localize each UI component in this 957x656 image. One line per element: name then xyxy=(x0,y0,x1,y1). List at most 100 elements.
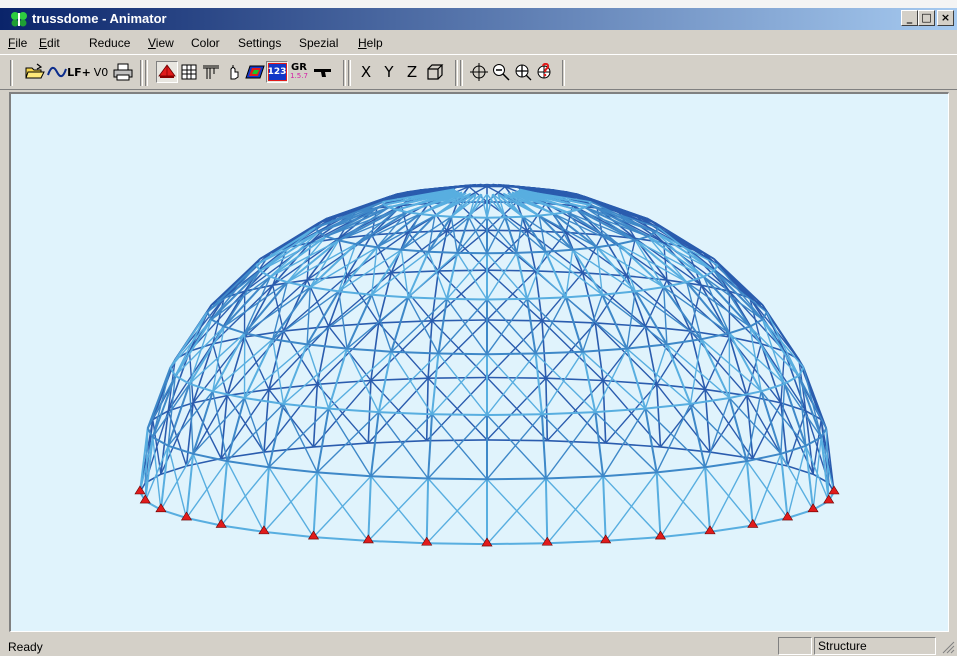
truss-dome-render[interactable] xyxy=(11,94,948,631)
animate-wave-button[interactable] xyxy=(46,61,68,83)
truss-meridian-strut xyxy=(601,294,628,350)
v0-button[interactable]: V0 xyxy=(90,61,112,83)
zoom-help-icon xyxy=(537,63,551,79)
truss-ring-strut xyxy=(287,281,311,289)
truss-ring-strut xyxy=(434,214,452,218)
zoom-help-button[interactable] xyxy=(534,61,556,83)
v0-label: V0 xyxy=(93,65,109,79)
center-button[interactable] xyxy=(468,61,490,83)
truss-meridian-strut xyxy=(761,304,800,360)
truss-ring-strut xyxy=(306,343,348,350)
truss-diagonal-strut xyxy=(704,466,754,526)
hand-button[interactable] xyxy=(222,61,244,83)
truss-meridian-strut xyxy=(534,270,543,321)
truss-ring-strut xyxy=(656,383,706,391)
view-x-button[interactable]: X xyxy=(355,61,377,83)
truss-ring-strut xyxy=(226,460,270,469)
grid-button[interactable] xyxy=(178,61,200,83)
menu-settings[interactable]: Settings xyxy=(238,36,281,50)
truss-meridian-strut xyxy=(634,290,668,345)
truss-ring-strut xyxy=(451,215,469,219)
truss-diagonal-strut xyxy=(545,478,607,542)
truss-ring-strut xyxy=(347,347,392,353)
print-button[interactable] xyxy=(112,61,134,83)
gr-icon: GR xyxy=(291,62,307,73)
close-button[interactable]: × xyxy=(937,10,954,26)
truss-ring-strut xyxy=(486,477,546,481)
truss-diagonal-strut xyxy=(431,269,488,322)
truss-ring-strut xyxy=(370,475,429,480)
truss-diagonal-strut xyxy=(565,249,574,298)
truss-ring-strut xyxy=(268,466,318,474)
gun-icon xyxy=(314,69,331,77)
minimize-button[interactable]: _ xyxy=(901,10,918,26)
truss-diagonal-strut xyxy=(152,367,172,438)
truss-ring-strut xyxy=(535,270,583,274)
truss-ring-strut xyxy=(486,319,543,322)
menu-file[interactable]: File xyxy=(8,36,27,50)
show-supports-button[interactable] xyxy=(156,61,178,83)
truss-meridian-strut xyxy=(431,270,440,321)
truss-ring-strut xyxy=(545,377,604,382)
menu-help[interactable]: Help xyxy=(358,36,383,50)
truss-ring-strut xyxy=(545,248,573,253)
truss-ring-strut xyxy=(426,542,488,546)
beam-icon xyxy=(203,65,219,79)
truss-diagonal-strut xyxy=(268,466,315,538)
zoom-in-button[interactable] xyxy=(512,61,534,83)
truss-ring-strut xyxy=(431,319,488,322)
maximize-button[interactable]: □ xyxy=(918,10,935,26)
zoom-out-button[interactable] xyxy=(490,61,512,83)
truss-meridian-strut xyxy=(594,411,605,477)
truss-diagonal-strut xyxy=(656,471,711,533)
truss-ring-strut xyxy=(595,407,646,414)
support-icon xyxy=(158,64,176,78)
numbering-button[interactable]: 123 xyxy=(266,61,288,83)
menu-edit[interactable]: Edit xyxy=(39,36,60,50)
cube-icon xyxy=(427,64,444,80)
truss-ring-strut xyxy=(626,343,668,350)
menu-view[interactable]: View xyxy=(148,36,174,50)
truss-diagonal-strut xyxy=(192,453,222,526)
open-folder-icon xyxy=(25,63,45,79)
truss-meridian-strut xyxy=(541,320,547,379)
truss-ring-strut xyxy=(283,402,329,410)
title-bar[interactable]: trussdome - Animator _ □ × xyxy=(0,0,957,30)
butterfly-app-icon[interactable] xyxy=(10,10,28,28)
truss-diagonal-strut xyxy=(316,471,369,542)
truss-ring-strut xyxy=(376,246,402,251)
truss-meridian-strut xyxy=(267,403,285,468)
truss-ring-strut xyxy=(338,239,357,246)
status-pane-mode: Structure xyxy=(814,637,936,655)
truss-diagonal-strut xyxy=(516,216,524,254)
view-z-button[interactable]: Z xyxy=(401,61,423,83)
gun-button[interactable] xyxy=(312,61,334,83)
open-button[interactable] xyxy=(24,61,46,83)
menu-bar: File Edit Reduce View Color Settings Spe… xyxy=(0,31,957,53)
truss-ring-strut xyxy=(547,439,606,444)
truss-diagonal-strut xyxy=(309,246,378,288)
truss-diagonal-strut xyxy=(400,249,409,298)
truss-ring-strut xyxy=(368,439,427,444)
gr-button[interactable]: GR 1.5.7 xyxy=(288,61,310,83)
beam-section-button[interactable] xyxy=(200,61,222,83)
resize-grip-icon[interactable] xyxy=(941,640,955,654)
truss-ring-strut xyxy=(704,460,748,469)
color-plane-button[interactable] xyxy=(244,61,266,83)
truss-ring-strut xyxy=(505,215,523,219)
truss-ring-strut xyxy=(370,377,429,382)
load-case-button[interactable]: LF+ xyxy=(67,61,91,83)
toolbar-grip[interactable] xyxy=(10,60,13,86)
truss-ring-strut xyxy=(595,322,646,328)
truss-diagonal-strut xyxy=(486,230,528,271)
truss-meridian-strut xyxy=(689,403,707,468)
truss-diagonal-strut xyxy=(427,251,448,300)
menu-reduce[interactable]: Reduce xyxy=(89,36,130,50)
truss-diagonal-strut xyxy=(666,343,730,399)
truss-ring-strut xyxy=(617,239,636,246)
menu-color[interactable]: Color xyxy=(191,36,220,50)
structure-viewport[interactable] xyxy=(9,92,949,632)
view-y-button[interactable]: Y xyxy=(378,61,400,83)
view-3d-button[interactable] xyxy=(424,61,446,83)
menu-spezial[interactable]: Spezial xyxy=(299,36,338,50)
